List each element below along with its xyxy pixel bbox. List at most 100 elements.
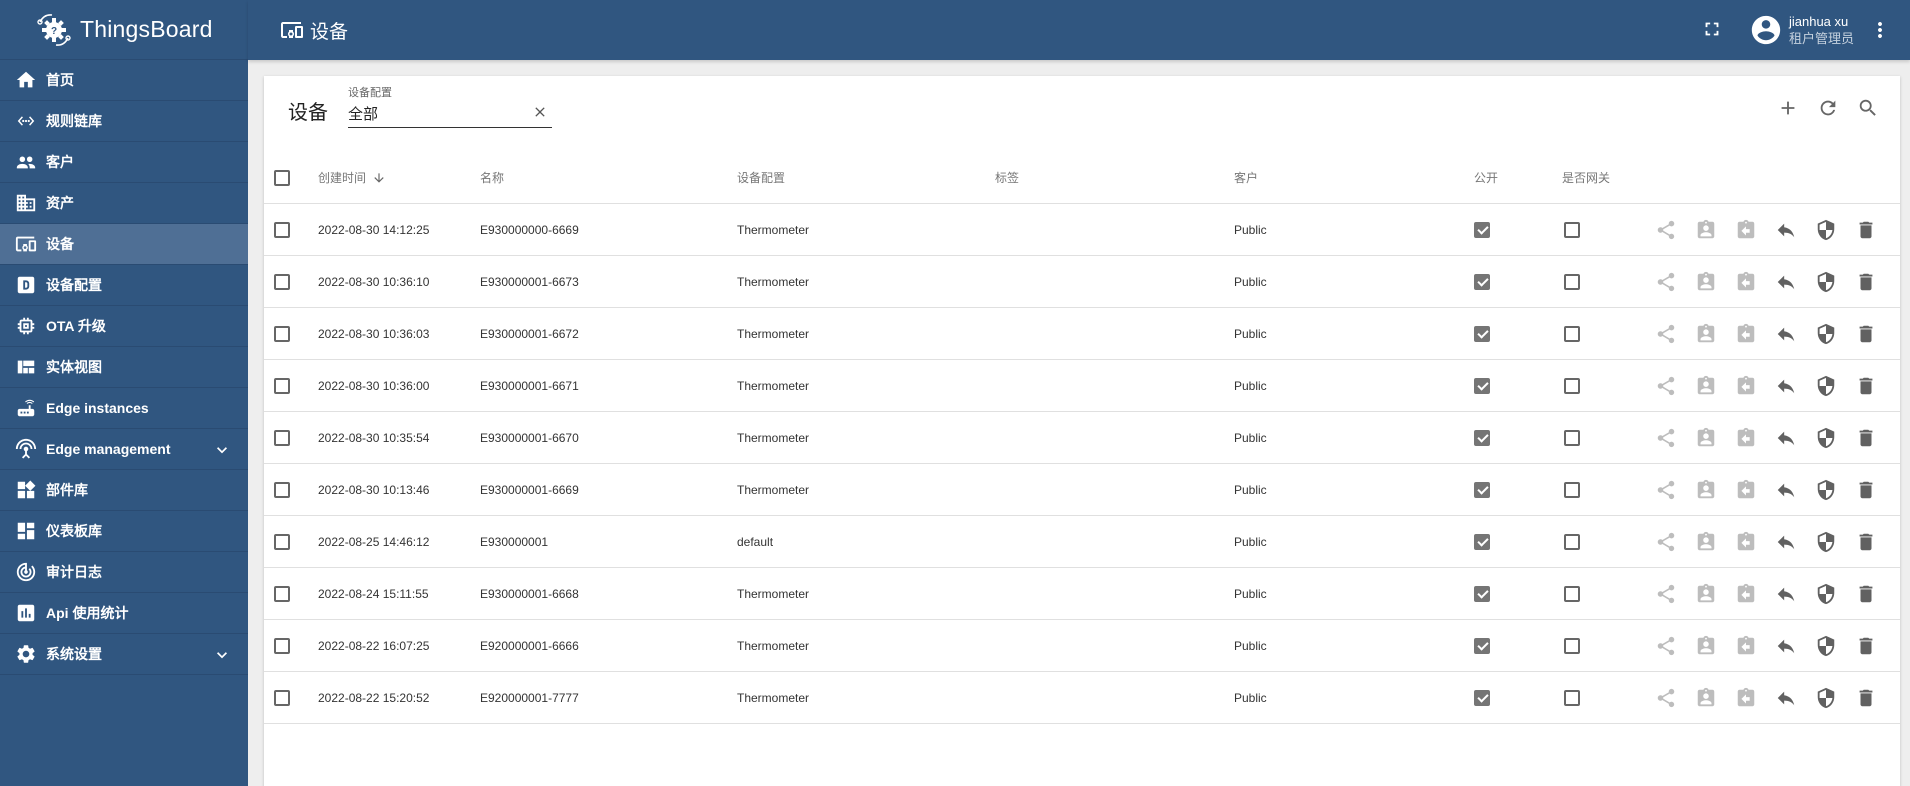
assign-to-customer-button[interactable] xyxy=(1694,270,1718,294)
row-select-checkbox[interactable] xyxy=(274,585,290,602)
unassign-from-customer-button[interactable] xyxy=(1734,582,1758,606)
manage-credentials-button[interactable] xyxy=(1814,634,1838,658)
row-select-checkbox[interactable] xyxy=(274,429,290,446)
manage-credentials-button[interactable] xyxy=(1814,270,1838,294)
sidebar-item-audit-logs[interactable]: 审计日志 xyxy=(0,552,248,593)
column-header-device-profile[interactable]: 设备配置 xyxy=(737,152,785,203)
manage-credentials-button[interactable] xyxy=(1814,530,1838,554)
unassign-from-customer-button[interactable] xyxy=(1734,322,1758,346)
user-info[interactable]: jianhua xu 租户管理员 xyxy=(1789,13,1854,48)
sidebar-item-devices[interactable]: 设备 xyxy=(0,224,248,265)
column-header-label[interactable]: 标签 xyxy=(995,152,1019,203)
make-private-button[interactable] xyxy=(1774,530,1798,554)
unassign-from-customer-button[interactable] xyxy=(1734,686,1758,710)
make-public-button[interactable] xyxy=(1654,686,1678,710)
table-row[interactable]: 2022-08-30 14:12:25 E930000000-6669 Ther… xyxy=(264,204,1900,256)
sidebar-item-entity-views[interactable]: 实体视图 xyxy=(0,347,248,388)
delete-device-button[interactable] xyxy=(1854,686,1878,710)
delete-device-button[interactable] xyxy=(1854,218,1878,242)
assign-to-customer-button[interactable] xyxy=(1694,478,1718,502)
sidebar-item-api-usage[interactable]: Api 使用统计 xyxy=(0,593,248,634)
make-private-button[interactable] xyxy=(1774,218,1798,242)
row-select-checkbox[interactable] xyxy=(274,533,290,550)
manage-credentials-button[interactable] xyxy=(1814,582,1838,606)
make-private-button[interactable] xyxy=(1774,270,1798,294)
table-row[interactable]: 2022-08-24 15:11:55 E930000001-6668 Ther… xyxy=(264,568,1900,620)
add-device-button[interactable] xyxy=(1776,96,1800,120)
manage-credentials-button[interactable] xyxy=(1814,374,1838,398)
delete-device-button[interactable] xyxy=(1854,634,1878,658)
delete-device-button[interactable] xyxy=(1854,374,1878,398)
sidebar-item-device-profiles[interactable]: 设备配置 xyxy=(0,265,248,306)
unassign-from-customer-button[interactable] xyxy=(1734,530,1758,554)
row-select-checkbox[interactable] xyxy=(274,377,290,394)
select-all-checkbox[interactable] xyxy=(274,169,290,186)
assign-to-customer-button[interactable] xyxy=(1694,322,1718,346)
sidebar-item-home[interactable]: 首页 xyxy=(0,60,248,101)
manage-credentials-button[interactable] xyxy=(1814,218,1838,242)
delete-device-button[interactable] xyxy=(1854,322,1878,346)
delete-device-button[interactable] xyxy=(1854,530,1878,554)
delete-device-button[interactable] xyxy=(1854,426,1878,450)
row-select-checkbox[interactable] xyxy=(274,481,290,498)
unassign-from-customer-button[interactable] xyxy=(1734,270,1758,294)
make-private-button[interactable] xyxy=(1774,322,1798,346)
manage-credentials-button[interactable] xyxy=(1814,686,1838,710)
row-select-checkbox[interactable] xyxy=(274,221,290,238)
table-row[interactable]: 2022-08-30 10:36:03 E930000001-6672 Ther… xyxy=(264,308,1900,360)
more-vert-icon[interactable] xyxy=(1868,18,1892,42)
unassign-from-customer-button[interactable] xyxy=(1734,218,1758,242)
assign-to-customer-button[interactable] xyxy=(1694,426,1718,450)
sidebar-item-ota-updates[interactable]: OTA 升级 xyxy=(0,306,248,347)
sidebar-item-dashboards[interactable]: 仪表板库 xyxy=(0,511,248,552)
chevron-down-icon[interactable] xyxy=(212,440,232,460)
table-row[interactable]: 2022-08-30 10:35:54 E930000001-6670 Ther… xyxy=(264,412,1900,464)
make-public-button[interactable] xyxy=(1654,634,1678,658)
row-select-checkbox[interactable] xyxy=(274,689,290,706)
sidebar-item-system-settings[interactable]: 系统设置 xyxy=(0,634,248,675)
delete-device-button[interactable] xyxy=(1854,582,1878,606)
table-row[interactable]: 2022-08-25 14:46:12 E930000001 default P… xyxy=(264,516,1900,568)
sidebar-item-rule-chains[interactable]: 规则链库 xyxy=(0,101,248,142)
row-select-checkbox[interactable] xyxy=(274,325,290,342)
make-private-button[interactable] xyxy=(1774,374,1798,398)
column-header-created-time[interactable]: 创建时间 xyxy=(318,152,386,203)
make-private-button[interactable] xyxy=(1774,686,1798,710)
sidebar-item-customers[interactable]: 客户 xyxy=(0,142,248,183)
table-row[interactable]: 2022-08-22 16:07:25 E920000001-6666 Ther… xyxy=(264,620,1900,672)
unassign-from-customer-button[interactable] xyxy=(1734,478,1758,502)
avatar-icon[interactable] xyxy=(1749,13,1783,47)
chevron-down-icon[interactable] xyxy=(212,645,232,665)
make-public-button[interactable] xyxy=(1654,426,1678,450)
table-row[interactable]: 2022-08-30 10:13:46 E930000001-6669 Ther… xyxy=(264,464,1900,516)
manage-credentials-button[interactable] xyxy=(1814,478,1838,502)
device-profile-filter-input[interactable] xyxy=(348,100,528,126)
make-public-button[interactable] xyxy=(1654,374,1678,398)
delete-device-button[interactable] xyxy=(1854,270,1878,294)
make-private-button[interactable] xyxy=(1774,634,1798,658)
assign-to-customer-button[interactable] xyxy=(1694,218,1718,242)
make-private-button[interactable] xyxy=(1774,478,1798,502)
make-public-button[interactable] xyxy=(1654,270,1678,294)
fullscreen-icon[interactable] xyxy=(1701,18,1725,42)
sidebar-item-edge-management[interactable]: Edge management xyxy=(0,429,248,470)
assign-to-customer-button[interactable] xyxy=(1694,686,1718,710)
sidebar-item-widgets-library[interactable]: 部件库 xyxy=(0,470,248,511)
assign-to-customer-button[interactable] xyxy=(1694,374,1718,398)
assign-to-customer-button[interactable] xyxy=(1694,530,1718,554)
close-icon[interactable] xyxy=(532,104,548,120)
make-public-button[interactable] xyxy=(1654,478,1678,502)
sidebar-item-edge-instances[interactable]: Edge instances xyxy=(0,388,248,429)
column-header-customer[interactable]: 客户 xyxy=(1234,152,1258,203)
make-public-button[interactable] xyxy=(1654,218,1678,242)
table-row[interactable]: 2022-08-22 15:20:52 E920000001-7777 Ther… xyxy=(264,672,1900,724)
make-public-button[interactable] xyxy=(1654,322,1678,346)
column-header-name[interactable]: 名称 xyxy=(480,152,504,203)
manage-credentials-button[interactable] xyxy=(1814,322,1838,346)
logo[interactable]: ? ThingsBoard xyxy=(0,0,248,60)
refresh-button[interactable] xyxy=(1816,96,1840,120)
table-row[interactable]: 2022-08-30 10:36:10 E930000001-6673 Ther… xyxy=(264,256,1900,308)
search-button[interactable] xyxy=(1856,96,1880,120)
manage-credentials-button[interactable] xyxy=(1814,426,1838,450)
make-private-button[interactable] xyxy=(1774,582,1798,606)
